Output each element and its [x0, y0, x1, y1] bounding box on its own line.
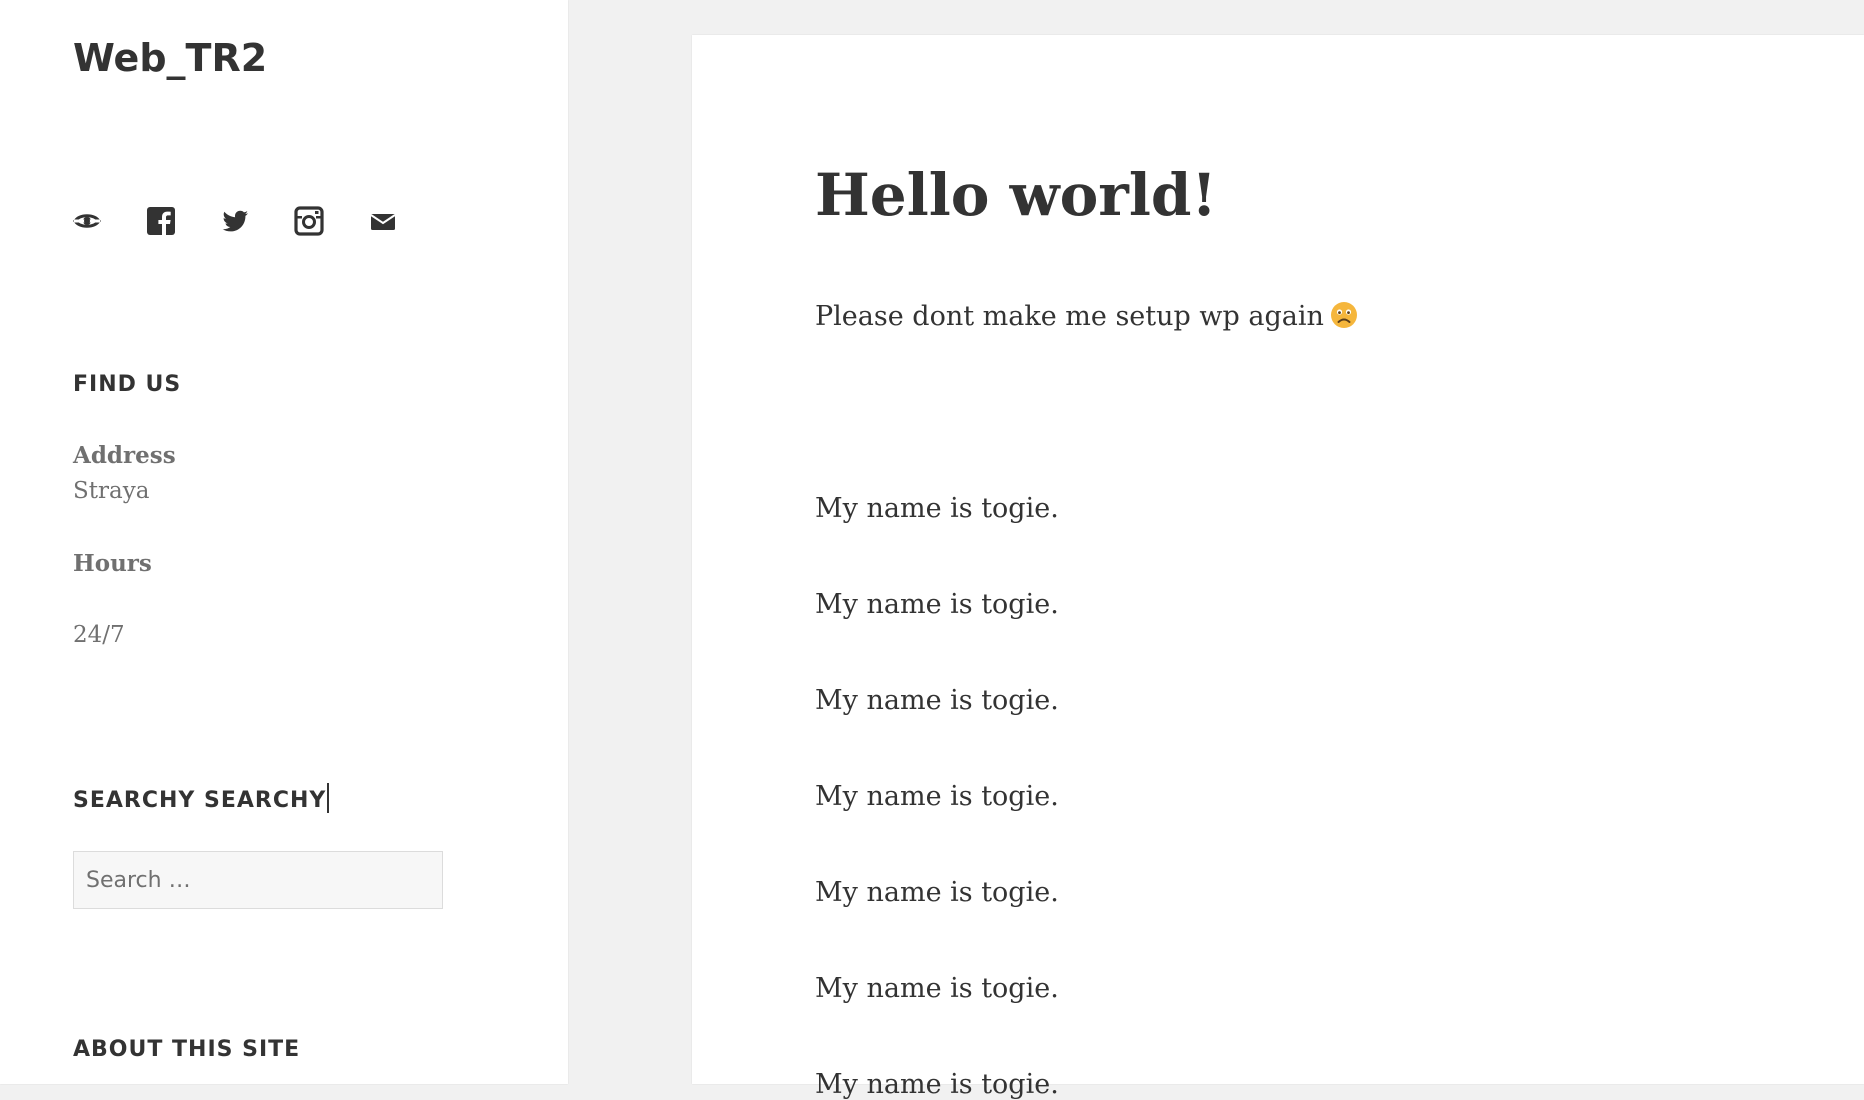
post-paragraph: My name is togie.: [815, 589, 1059, 620]
post-intro-text: Please dont make me setup wp again: [815, 301, 1324, 332]
post-paragraph: My name is togie.: [815, 493, 1059, 524]
post-intro: Please dont make me setup wp again: [815, 301, 1358, 332]
email-icon[interactable]: [368, 206, 398, 236]
text-caret: [327, 783, 330, 813]
post-paragraph: My name is togie.: [815, 781, 1059, 812]
search-widget-heading: SEARCHY SEARCHY: [73, 783, 330, 813]
address-label: Address: [73, 442, 176, 469]
post-paragraph: My name is togie.: [815, 685, 1059, 716]
address-value: Straya: [73, 478, 150, 504]
post-paragraph: My name is togie.: [815, 877, 1059, 908]
instagram-icon[interactable]: [294, 206, 324, 236]
website-icon[interactable]: [72, 206, 102, 236]
site-title[interactable]: Web_TR2: [73, 30, 267, 86]
sidebar: Web_TR2 FIND US Address Straya Hours 24/…: [0, 0, 568, 1084]
hours-value: 24/7: [73, 622, 125, 648]
facebook-icon[interactable]: [146, 206, 176, 236]
about-heading: ABOUT THIS SITE: [73, 1037, 301, 1062]
social-links: [72, 206, 398, 236]
search-input[interactable]: [73, 851, 443, 909]
post-title: Hello world!: [815, 161, 1217, 229]
post-paragraph: My name is togie.: [815, 1069, 1059, 1100]
post-content: Hello world! Please dont make me setup w…: [692, 35, 1864, 1100]
search-widget-heading-text: SEARCHY SEARCHY: [73, 788, 327, 813]
sad-face-emoji: [1330, 302, 1357, 328]
hours-label: Hours: [73, 550, 152, 577]
post-paragraph: My name is togie.: [815, 973, 1059, 1004]
find-us-heading: FIND US: [73, 372, 182, 397]
twitter-icon[interactable]: [220, 206, 250, 236]
